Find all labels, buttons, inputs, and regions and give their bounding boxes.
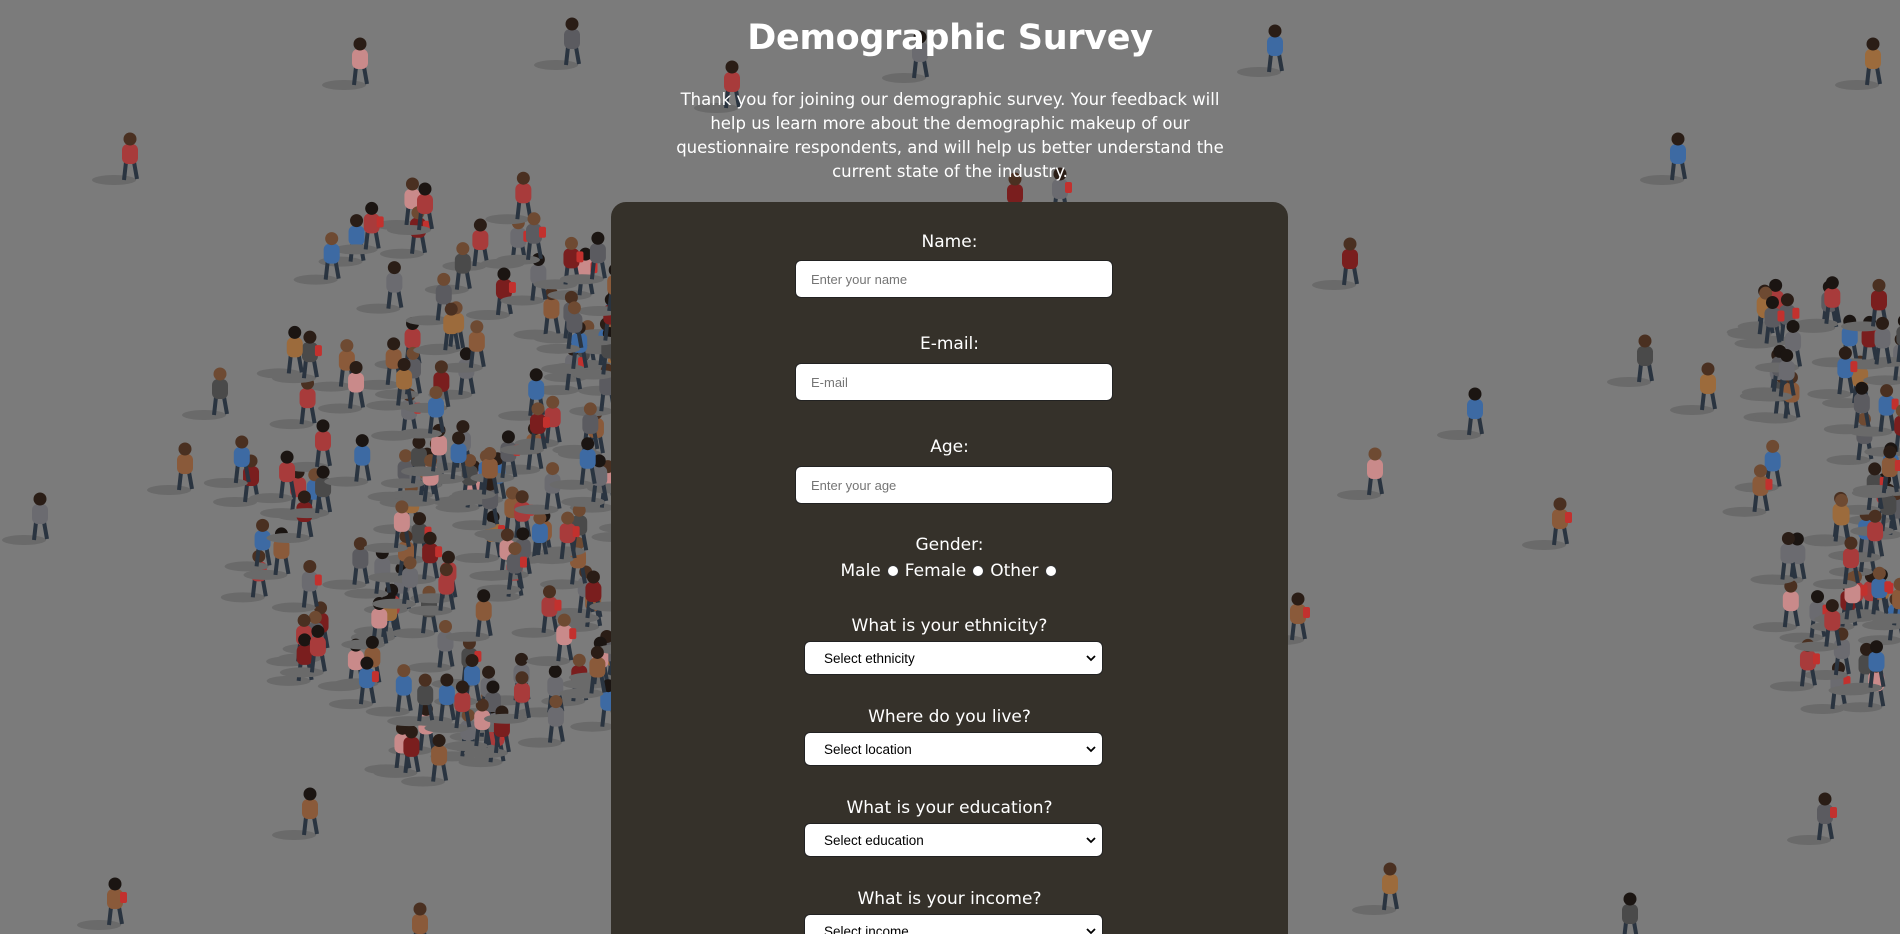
gender-option-other-label: Other	[990, 561, 1039, 581]
education-label: What is your education?	[846, 798, 1053, 818]
survey-page: Demographic Survey Thank you for joining…	[0, 0, 1900, 934]
chevron-down-icon	[1080, 642, 1102, 674]
ethnicity-select-value: Select ethnicity	[824, 650, 915, 666]
ethnicity-select[interactable]: Select ethnicity	[804, 641, 1103, 675]
intro-text: Thank you for joining our demographic su…	[676, 90, 1224, 181]
age-input[interactable]	[795, 466, 1113, 504]
income-label: What is your income?	[857, 889, 1042, 909]
chevron-down-icon	[1080, 733, 1102, 765]
name-label: Name:	[921, 232, 978, 252]
name-input[interactable]	[795, 260, 1113, 298]
education-select-value: Select education	[824, 832, 924, 848]
chevron-down-icon	[1080, 824, 1102, 856]
income-select-value: Select income	[824, 923, 909, 934]
gender-radio-female[interactable]	[972, 565, 985, 577]
gender-radio-other[interactable]	[1044, 565, 1057, 577]
income-select[interactable]: Select income	[804, 914, 1103, 934]
ethnicity-label: What is your ethnicity?	[851, 616, 1048, 636]
age-label: Age:	[930, 437, 969, 457]
email-input[interactable]	[795, 363, 1113, 401]
location-label: Where do you live?	[868, 707, 1031, 727]
page-title: Demographic Survey	[747, 18, 1153, 58]
location-select-value: Select location	[824, 741, 912, 757]
location-select[interactable]: Select location	[804, 732, 1103, 766]
gender-option-male-label: Male	[840, 561, 881, 581]
gender-radio-male[interactable]	[886, 565, 899, 577]
gender-options: Male Female Other	[611, 561, 1288, 581]
education-select[interactable]: Select education	[804, 823, 1103, 857]
gender-label: Gender:	[915, 535, 984, 555]
chevron-down-icon	[1080, 915, 1102, 934]
email-label: E-mail:	[919, 334, 980, 354]
gender-option-female-label: Female	[904, 561, 967, 581]
